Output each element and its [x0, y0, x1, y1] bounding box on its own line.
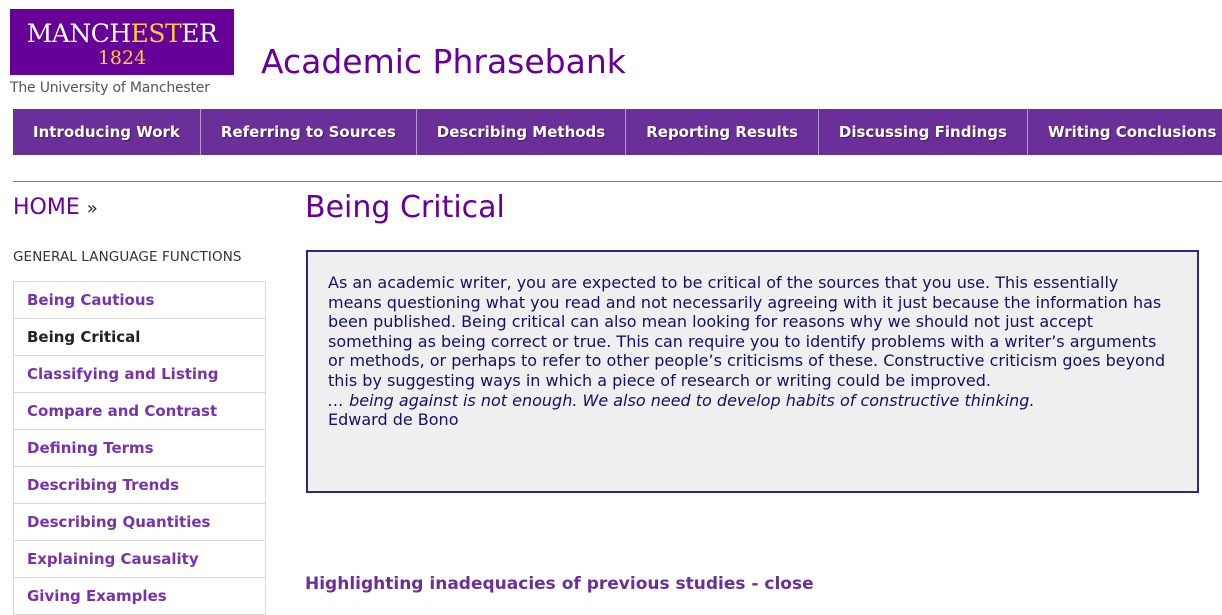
logo-subtitle: The University of Manchester: [10, 80, 210, 96]
sidebar-item-giving-examples[interactable]: Giving Examples: [13, 578, 266, 615]
sidebar-item-being-critical[interactable]: Being Critical: [13, 319, 266, 356]
breadcrumb-separator: »: [86, 198, 98, 219]
page-title: Being Critical: [305, 190, 505, 225]
sidebar-item-compare-and-contrast[interactable]: Compare and Contrast: [13, 393, 266, 430]
header-divider: [13, 181, 1222, 182]
logo-wordmark: MANCHESTER: [26, 19, 218, 48]
nav-tab-describing-methods[interactable]: Describing Methods: [417, 109, 627, 155]
university-logo[interactable]: MANCHESTER 1824: [10, 9, 234, 75]
nav-tab-referring-to-sources[interactable]: Referring to Sources: [201, 109, 417, 155]
nav-tab-discussing-findings[interactable]: Discussing Findings: [819, 109, 1028, 155]
section-heading-toggle[interactable]: Highlighting inadequacies of previous st…: [305, 574, 814, 594]
intro-quote: … being against is not enough. We also n…: [328, 390, 1035, 410]
sidebar-item-classifying-and-listing[interactable]: Classifying and Listing: [13, 356, 266, 393]
intro-box: As an academic writer, you are expected …: [306, 250, 1199, 493]
sidebar-item-explaining-causality[interactable]: Explaining Causality: [13, 541, 266, 578]
nav-tab-reporting-results[interactable]: Reporting Results: [626, 109, 819, 155]
breadcrumb: HOME »: [13, 195, 98, 220]
quote-author: Edward de Bono: [328, 410, 459, 430]
logo-year: 1824: [97, 47, 147, 69]
sidebar-item-defining-terms[interactable]: Defining Terms: [13, 430, 266, 467]
nav-tab-writing-conclusions[interactable]: Writing Conclusions: [1028, 109, 1222, 155]
home-link[interactable]: HOME: [13, 195, 80, 220]
top-nav: Introducing Work Referring to Sources De…: [13, 109, 1222, 155]
sidebar-heading: GENERAL LANGUAGE FUNCTIONS: [13, 249, 242, 265]
sidebar-item-being-cautious[interactable]: Being Cautious: [13, 281, 266, 319]
intro-text: As an academic writer, you are expected …: [328, 273, 1166, 390]
sidebar-item-describing-quantities[interactable]: Describing Quantities: [13, 504, 266, 541]
sidebar-item-describing-trends[interactable]: Describing Trends: [13, 467, 266, 504]
sidebar-menu: Being Cautious Being Critical Classifyin…: [13, 281, 266, 615]
site-title[interactable]: Academic Phrasebank: [261, 42, 626, 81]
nav-tab-introducing-work[interactable]: Introducing Work: [13, 109, 201, 155]
